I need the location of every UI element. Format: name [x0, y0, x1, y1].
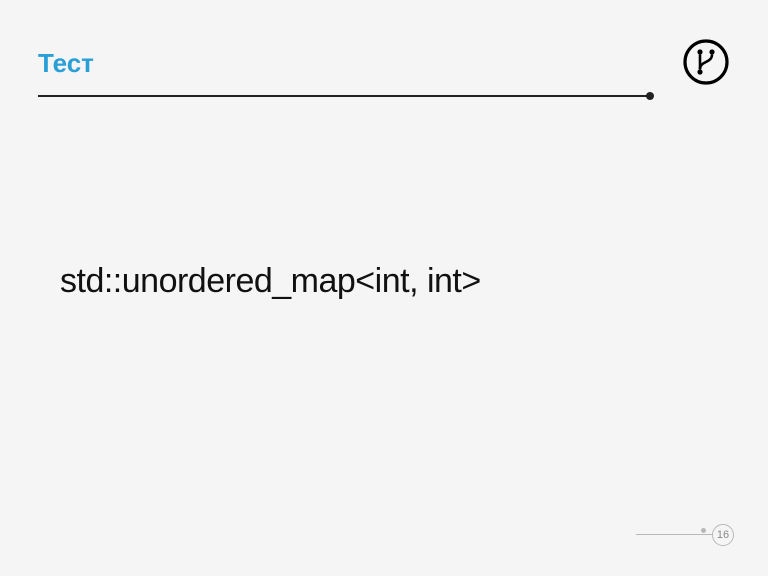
slide-title: Тест: [38, 48, 730, 79]
slide-body-text: std::unordered_map<int, int>: [60, 262, 481, 301]
page-number-area: 16: [634, 522, 734, 548]
divider-dot: [646, 92, 654, 100]
page-number: 16: [717, 529, 729, 541]
page-number-badge: 16: [712, 524, 734, 546]
page-number-line: [636, 534, 716, 535]
title-divider: [38, 92, 650, 102]
slide: Тест std::unordered_map<int, int> 16: [0, 0, 768, 576]
git-branch-icon: [682, 38, 730, 86]
page-number-dot: [701, 528, 706, 533]
divider-line: [38, 95, 650, 97]
